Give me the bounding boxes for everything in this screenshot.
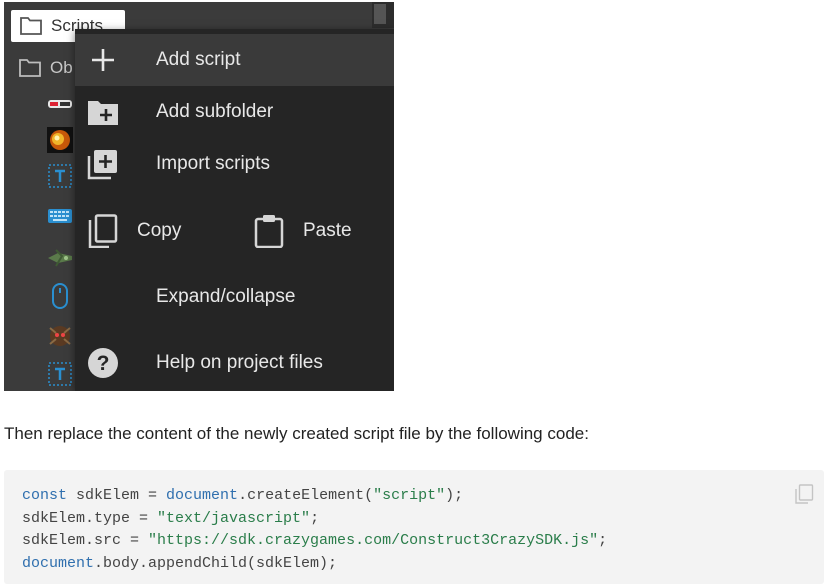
code-plain: sdkElem.type = xyxy=(22,509,158,527)
menu-item-label: Copy xyxy=(137,220,182,241)
import-icon xyxy=(87,148,119,180)
code-text: const sdkElem = document.createElement("… xyxy=(22,485,607,575)
menu-item-label: Add script xyxy=(156,49,241,70)
code-line: const sdkElem = document.createElement("… xyxy=(22,487,463,504)
code-line: sdkElem.type = "text/javascript"; xyxy=(22,510,319,527)
code-plain: .createElement( xyxy=(238,487,374,504)
folder-icon xyxy=(20,17,42,35)
text-object-icon[interactable] xyxy=(46,360,74,388)
code-keyword: const xyxy=(22,487,68,504)
copy-code-icon[interactable] xyxy=(794,484,814,504)
menu-item-add-script[interactable]: Add script xyxy=(75,34,394,86)
tree-item-object-types[interactable]: Ob xyxy=(18,54,73,82)
keyboard-icon[interactable] xyxy=(46,202,74,230)
sprite-ship-icon[interactable] xyxy=(46,244,74,272)
folder-icon xyxy=(19,59,41,77)
folder-add-icon xyxy=(87,96,119,128)
menu-item-help[interactable]: ? Help on project files xyxy=(75,337,394,389)
code-string: "text/javascript" xyxy=(157,509,311,527)
code-plain: ); xyxy=(445,487,464,504)
code-block: const sdkElem = document.createElement("… xyxy=(4,470,824,584)
sprite-explosion-icon[interactable] xyxy=(46,126,74,154)
sprite-bullet-icon[interactable] xyxy=(46,90,74,118)
code-keyword: document xyxy=(166,487,239,504)
menu-item-copy[interactable]: Copy xyxy=(87,205,181,257)
code-string: "https://sdk.crazygames.com/Construct3Cr… xyxy=(148,532,599,549)
menu-item-label: Add subfolder xyxy=(156,101,274,122)
menu-item-paste[interactable]: Paste xyxy=(253,205,352,257)
menu-item-label: Paste xyxy=(303,220,352,241)
instruction-text: Then replace the content of the newly cr… xyxy=(4,424,589,443)
code-keyword: document xyxy=(22,554,95,572)
text-object-icon[interactable] xyxy=(46,162,74,190)
plus-icon xyxy=(87,44,119,76)
code-plain: sdkElem.src = xyxy=(22,532,149,549)
svg-text:?: ? xyxy=(97,352,110,375)
menu-item-import-scripts[interactable]: Import scripts xyxy=(75,138,394,190)
menu-item-add-subfolder[interactable]: Add subfolder xyxy=(75,86,394,138)
code-plain: .body.appendChild(sdkElem); xyxy=(94,554,338,572)
menu-item-label: Help on project files xyxy=(156,352,323,373)
code-plain: ; xyxy=(310,509,320,527)
clipboard-icon xyxy=(253,215,285,248)
context-menu: Add script Add subfolder Import scripts xyxy=(75,29,394,391)
help-icon: ? xyxy=(87,347,119,379)
copy-icon xyxy=(87,214,119,248)
menu-item-label: Expand/collapse xyxy=(156,286,296,307)
project-bar-screenshot: Scripts Ob Add script Add subfolder Impo… xyxy=(4,2,394,391)
code-plain: sdkElem = xyxy=(67,487,167,504)
sprite-monster-icon[interactable] xyxy=(46,322,74,350)
code-line: sdkElem.src = "https://sdk.crazygames.co… xyxy=(22,532,607,549)
code-string: "script" xyxy=(373,487,446,504)
code-plain: ; xyxy=(598,532,608,549)
menu-item-label: Import scripts xyxy=(156,153,271,174)
code-line: document.body.appendChild(sdkElem); xyxy=(22,555,337,572)
menu-item-expand-collapse[interactable]: Expand/collapse xyxy=(75,271,394,323)
tree-item-label: Ob xyxy=(50,58,73,77)
mouse-icon[interactable] xyxy=(46,282,74,310)
tree-scrollbar-thumb[interactable] xyxy=(374,4,386,24)
